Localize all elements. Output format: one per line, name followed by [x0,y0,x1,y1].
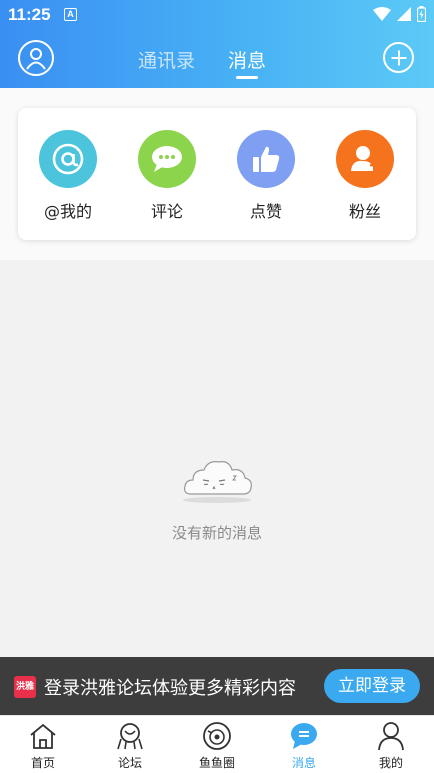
user-avatar-button[interactable] [18,40,54,76]
home-icon [27,720,59,752]
bottom-nav-profile[interactable]: 我的 [348,720,434,771]
sleepy-cloud-icon [177,450,257,510]
quick-actions-card: @我的 评论 点赞 粉丝 [18,108,416,240]
quick-action-likes[interactable]: 点赞 [231,130,301,222]
add-circle-icon[interactable] [383,42,414,73]
notification-icon: A [64,8,77,21]
chat-bubble-icon [138,130,196,188]
login-banner-text: 登录洪雅论坛体验更多精彩内容 [44,678,296,699]
quick-action-label: 评论 [150,202,183,221]
active-tab-indicator [236,76,258,79]
at-sign-icon [39,130,97,188]
empty-state-text: 没有新的消息 [171,524,262,542]
quick-action-followers[interactable]: 粉丝 [330,130,400,222]
quick-action-mentions[interactable]: @我的 [33,130,103,222]
tab-contacts[interactable]: 通讯录 [138,46,195,73]
bottom-nav-label: 鱼鱼圈 [198,756,235,770]
user-avatar-icon [26,48,46,70]
quick-action-label: 点赞 [249,202,282,221]
login-button[interactable]: 立即登录 [324,669,420,703]
fish-circle-icon [201,720,233,752]
message-icon [288,720,320,752]
bottom-nav-home[interactable]: 首页 [0,720,86,771]
bottom-nav-forum[interactable]: 论坛 [87,720,173,771]
thumbs-up-icon [237,130,295,188]
tab-messages[interactable]: 消息 [228,46,266,73]
quick-action-label: @我的 [43,202,92,221]
battery-icon [417,6,426,22]
status-bar: 11:25 A [0,0,434,30]
bottom-nav-label: 论坛 [117,756,142,770]
brand-logo: 洪雅 [14,676,36,698]
profile-icon [375,720,407,752]
bottom-nav-fish-circle[interactable]: 鱼鱼圈 [174,720,260,771]
bottom-nav-label: 消息 [291,756,316,770]
add-follower-icon [336,130,394,188]
wifi-icon [373,7,391,21]
bottom-nav: 首页 论坛 鱼鱼圈 消息 我的 [0,715,434,773]
app-header: 11:25 A 通讯录 消息 [0,0,434,88]
status-time: 11:25 [8,5,51,24]
signal-icon [397,7,411,21]
bottom-nav-messages[interactable]: 消息 [261,720,347,771]
forum-icon [114,720,146,752]
bottom-nav-label: 我的 [378,756,403,770]
status-indicators [373,6,426,22]
quick-action-label: 粉丝 [348,202,381,221]
empty-state: 没有新的消息 [0,450,434,543]
header-nav: 通讯录 消息 [0,36,434,82]
login-banner: 洪雅 登录洪雅论坛体验更多精彩内容 立即登录 [0,657,434,715]
bottom-nav-label: 首页 [30,756,55,770]
quick-action-comments[interactable]: 评论 [132,130,202,222]
